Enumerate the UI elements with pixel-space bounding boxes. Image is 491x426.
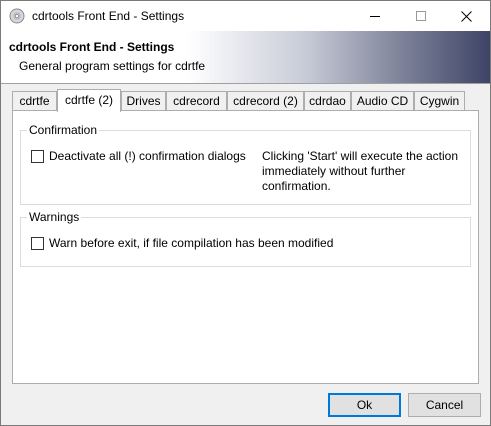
confirmation-group: Confirmation Deactivate all (!) confirma… [20, 123, 471, 205]
warn-before-exit-option[interactable]: Warn before exit, if file compilation ha… [31, 236, 333, 250]
deactivate-confirmations-option[interactable]: Deactivate all (!) confirmation dialogs [31, 149, 246, 163]
window-title: cdrtools Front End - Settings [32, 9, 185, 23]
confirmation-hint-line: Clicking 'Start' will execute the action [262, 149, 459, 163]
maximize-button[interactable] [398, 1, 444, 31]
confirmation-hint-line: immediately without further [262, 164, 406, 178]
header-subtitle: General program settings for cdrtfe [19, 59, 206, 73]
settings-window: cdrtools Front End - Settings cdrtools F… [0, 0, 491, 426]
minimize-button[interactable] [352, 1, 398, 31]
header-banner: cdrtools Front End - Settings General pr… [1, 31, 490, 83]
tab-panel: Confirmation Deactivate all (!) confirma… [12, 110, 479, 384]
close-button[interactable] [444, 1, 490, 31]
tab-cdrtfe-2[interactable]: cdrtfe (2) [57, 89, 121, 112]
warn-before-exit-label: Warn before exit, if file compilation ha… [49, 236, 334, 250]
tab-cygwin[interactable]: Cygwin [414, 91, 465, 110]
deactivate-confirmations-label: Deactivate all (!) confirmation dialogs [49, 149, 246, 163]
confirmation-hint-line: confirmation. [262, 179, 331, 193]
tab-cdrtfe[interactable]: cdrtfe [12, 91, 57, 110]
confirmation-group-label: Confirmation [27, 123, 100, 137]
warn-before-exit-checkbox[interactable] [31, 236, 44, 250]
tab-cdrecord[interactable]: cdrecord [166, 91, 227, 110]
header-title: cdrtools Front End - Settings [9, 40, 175, 54]
confirmation-hint: Clicking 'Start' will execute the action… [262, 149, 458, 194]
tab-drives[interactable]: Drives [121, 91, 166, 110]
disc-app-icon [9, 8, 25, 24]
header-divider [1, 83, 490, 84]
warnings-group-label: Warnings [27, 210, 82, 224]
title-bar[interactable]: cdrtools Front End - Settings [1, 1, 490, 31]
warnings-group: Warnings Warn before exit, if file compi… [20, 210, 471, 267]
tab-cdrdao[interactable]: cdrdao [304, 91, 351, 110]
ok-button[interactable]: Ok [328, 393, 401, 417]
tab-cdrecord-2[interactable]: cdrecord (2) [227, 91, 304, 110]
cancel-button[interactable]: Cancel [408, 393, 481, 417]
tab-audio-cd[interactable]: Audio CD [351, 91, 414, 110]
deactivate-confirmations-checkbox[interactable] [31, 149, 44, 163]
close-icon [461, 11, 472, 22]
